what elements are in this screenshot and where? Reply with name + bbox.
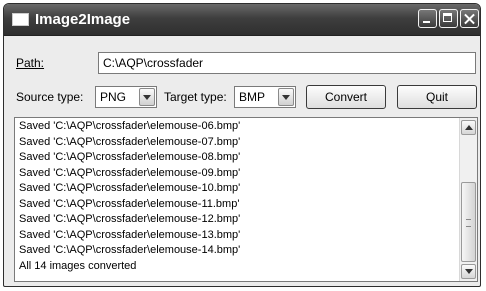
quit-button-label: Quit — [425, 90, 448, 104]
log-line: Saved 'C:\AQP\crossfader\elemouse-10.bmp… — [19, 182, 241, 194]
image2image-window: Image2Image Path: C:\AQP\crossfader Sour… — [3, 3, 481, 287]
source-type-value: PNG — [100, 90, 127, 104]
log-lines: Saved 'C:\AQP\crossfader\elemouse-06.bmp… — [19, 119, 455, 274]
target-type-value: BMP — [239, 90, 266, 104]
log-line: Saved 'C:\AQP\crossfader\elemouse-06.bmp… — [19, 120, 241, 132]
minimize-icon[interactable] — [418, 9, 437, 28]
target-type-label: Target type: — [164, 90, 227, 104]
output-log[interactable]: Saved 'C:\AQP\crossfader\elemouse-06.bmp… — [14, 117, 478, 282]
target-type-select[interactable]: BMP — [234, 86, 296, 108]
log-line: Saved 'C:\AQP\crossfader\elemouse-09.bmp… — [19, 166, 241, 179]
maximize-icon[interactable] — [439, 9, 458, 28]
source-type-label: Source type: — [16, 90, 84, 104]
log-line: Saved 'C:\AQP\crossfader\elemouse-08.bmp… — [19, 151, 241, 163]
scroll-down-arrow-icon[interactable] — [461, 264, 476, 279]
title-bar[interactable]: Image2Image — [4, 4, 480, 36]
chevron-down-icon[interactable] — [139, 88, 155, 106]
window-icon — [12, 13, 29, 26]
scroll-up-arrow-icon[interactable] — [461, 120, 476, 135]
log-summary-line: All 14 images converted — [19, 259, 137, 272]
scrollbar-thumb[interactable] — [461, 182, 476, 262]
close-icon[interactable] — [460, 9, 479, 28]
quit-button[interactable]: Quit — [397, 85, 477, 109]
vertical-scrollbar[interactable] — [459, 118, 477, 281]
log-line: Saved 'C:\AQP\crossfader\elemouse-07.bmp… — [19, 135, 241, 148]
log-line: Saved 'C:\AQP\crossfader\elemouse-12.bmp… — [19, 213, 241, 225]
chevron-down-icon[interactable] — [278, 88, 294, 106]
log-line: Saved 'C:\AQP\crossfader\elemouse-11.bmp… — [19, 197, 240, 210]
path-input[interactable]: C:\AQP\crossfader — [98, 52, 476, 74]
convert-button-label: Convert — [324, 90, 368, 104]
source-type-select[interactable]: PNG — [95, 86, 157, 108]
log-line: Saved 'C:\AQP\crossfader\elemouse-14.bmp… — [19, 244, 241, 256]
path-label-text: Path: — [16, 56, 45, 70]
convert-button[interactable]: Convert — [306, 85, 386, 109]
window-title: Image2Image — [35, 11, 131, 28]
log-line: Saved 'C:\AQP\crossfader\elemouse-13.bmp… — [19, 228, 241, 241]
path-label: Path: — [16, 56, 44, 70]
